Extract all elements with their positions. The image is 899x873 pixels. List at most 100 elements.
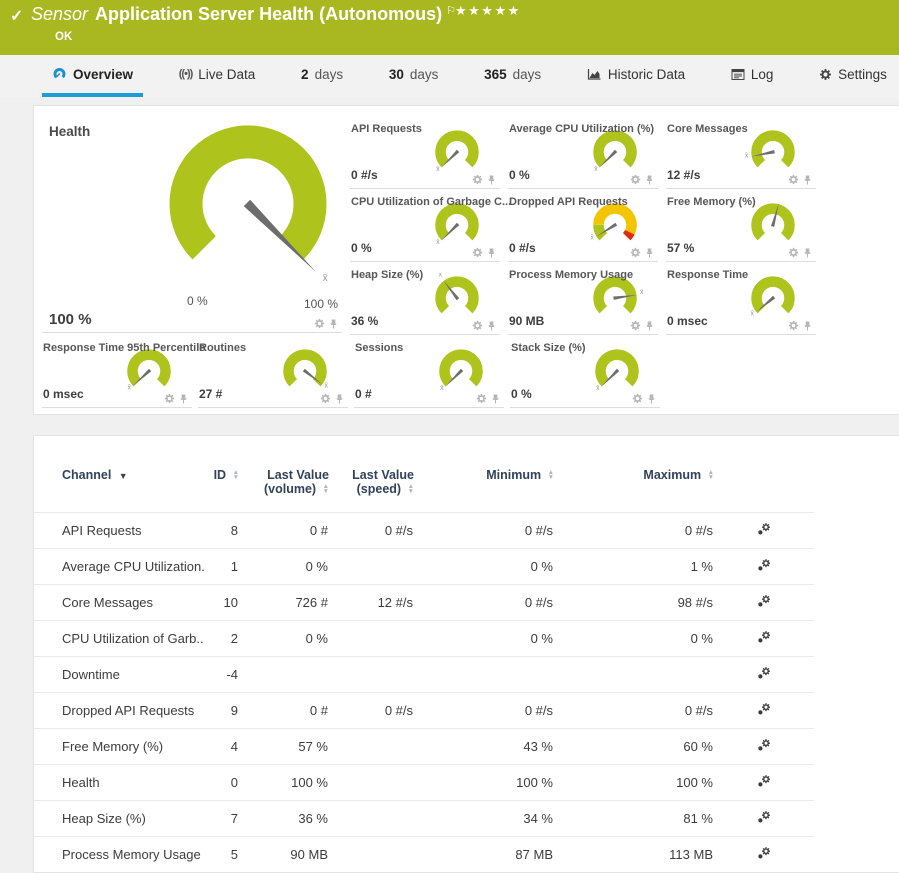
channel-row: Free Memory (%)457 %43 %60 %: [34, 729, 814, 765]
sort-icon: ▲▼: [708, 471, 714, 480]
gauge-pin-icon[interactable]: [645, 248, 654, 258]
tab-live-data[interactable]: ((•))Live Data: [169, 55, 266, 97]
cell-last-speed: [329, 621, 414, 657]
gauge-pin-icon[interactable]: [647, 394, 656, 404]
gauge-settings-icon[interactable]: [788, 174, 799, 185]
gauge-settings-icon[interactable]: [472, 174, 483, 185]
gauge-settings-icon[interactable]: [788, 320, 799, 331]
channel-settings-icon[interactable]: [757, 594, 772, 608]
tab-settings[interactable]: Settings: [809, 55, 897, 97]
tab-log[interactable]: Log: [721, 55, 784, 97]
tab-bar: Overview ((•))Live Data 2days 30days 365days…: [0, 55, 899, 97]
gauge-pin-icon[interactable]: [329, 319, 338, 329]
channel-settings-icon[interactable]: [757, 810, 772, 824]
column-header-maximum[interactable]: Maximum ▲▼: [554, 464, 714, 513]
object-kind-label: Sensor: [31, 4, 88, 24]
sensor-ok-check-icon: ✓: [10, 6, 23, 26]
channel-row: Downtime-4: [34, 657, 814, 693]
gauge-pin-icon[interactable]: [803, 321, 812, 331]
gauge-cell-stack-size: Stack Size (%) x̄0 %: [510, 335, 660, 408]
gauge-settings-icon[interactable]: [320, 393, 331, 404]
tab-overview[interactable]: Overview: [42, 55, 143, 97]
gauge-min-label: 0 %: [187, 294, 208, 308]
gauge-settings-icon[interactable]: [630, 174, 641, 185]
cell-maximum: 0 #/s: [554, 513, 714, 549]
tab-365-days[interactable]: 365days: [474, 55, 551, 97]
gauge-pin-icon[interactable]: [487, 248, 496, 258]
gauge-value: 0 %: [509, 168, 530, 182]
channel-row: Average CPU Utilization...10 %0 %1 %: [34, 549, 814, 585]
gauge-settings-icon[interactable]: [630, 320, 641, 331]
svg-text:x̄: x̄: [596, 385, 600, 392]
primary-gauge-value: 100 %: [49, 311, 92, 328]
channel-settings-icon[interactable]: [757, 666, 772, 680]
cell-minimum: 43 %: [414, 729, 554, 765]
channel-settings-icon[interactable]: [757, 738, 772, 752]
gauge-title: Response Time 95th Percentile: [43, 342, 205, 354]
channel-settings-icon[interactable]: [757, 558, 772, 572]
gauge-settings-icon[interactable]: [314, 318, 325, 329]
channel-settings-icon[interactable]: [757, 774, 772, 788]
gauge-settings-icon[interactable]: [630, 247, 641, 258]
settings-icon: [819, 68, 832, 81]
channel-settings-icon[interactable]: [757, 702, 772, 716]
gauge-title: Average CPU Utilization (%): [509, 123, 654, 135]
column-header-minimum[interactable]: Minimum ▲▼: [414, 464, 554, 513]
svg-text:x̄: x̄: [440, 385, 444, 392]
sensor-status-badge: OK: [55, 31, 72, 43]
gauge-title: Dropped API Requests: [509, 196, 628, 208]
sort-icon: ▲▼: [323, 485, 329, 494]
column-header-last_speed[interactable]: Last Value (speed) ▲▼: [329, 464, 414, 513]
gauge-pin-icon[interactable]: [803, 175, 812, 185]
gauge-settings-icon[interactable]: [472, 320, 483, 331]
gauge-pin-icon[interactable]: [487, 321, 496, 331]
cell-maximum: 0 %: [554, 621, 714, 657]
cell-maximum: [554, 657, 714, 693]
health-gauge: x̄: [160, 122, 336, 295]
gauge-pin-icon[interactable]: [335, 394, 344, 404]
gauge-pin-icon[interactable]: [803, 248, 812, 258]
cell-channel: Heap Size (%): [34, 801, 204, 837]
cell-minimum: 0 %: [414, 621, 554, 657]
gauge-settings-icon[interactable]: [632, 393, 643, 404]
svg-text:x̄: x̄: [436, 166, 440, 173]
gauge-value: 57 %: [667, 241, 694, 255]
channel-settings-icon[interactable]: [757, 630, 772, 644]
tab-historic-data[interactable]: Historic Data: [577, 55, 695, 97]
gauge-settings-icon[interactable]: [164, 393, 175, 404]
cell-last-volume: 100 %: [239, 765, 329, 801]
channel-settings-icon[interactable]: [757, 846, 772, 860]
gauge-pin-icon[interactable]: [179, 394, 188, 404]
channel-settings-icon[interactable]: [757, 522, 772, 536]
gauge-settings-icon[interactable]: [788, 247, 799, 258]
gauge-pin-icon[interactable]: [487, 175, 496, 185]
column-header-last_volume[interactable]: Last Value (volume) ▲▼: [239, 464, 329, 513]
gauge-title: API Requests: [351, 123, 422, 135]
cell-minimum: 0 #/s: [414, 513, 554, 549]
cell-id: 2: [204, 621, 239, 657]
gauge-pin-icon[interactable]: [645, 175, 654, 185]
gauge-pin-icon[interactable]: [645, 321, 654, 331]
gauge-settings-icon[interactable]: [472, 247, 483, 258]
tab-label: Log: [751, 67, 774, 82]
sort-desc-icon: ▼: [119, 471, 128, 481]
overview-icon: [52, 67, 67, 81]
column-header-id[interactable]: ID ▲▼: [204, 464, 239, 513]
gauge-value: 0 msec: [43, 387, 84, 401]
tab-label: days: [513, 67, 542, 82]
cell-maximum: 0 #/s: [554, 693, 714, 729]
gauge-cell-core-messages: Core Messages x̄12 #/s: [666, 116, 816, 189]
gauge-cell-response-time-95th-percentile: Response Time 95th Percentile x̄0 msec: [42, 335, 192, 408]
gauge-cell-api-requests: API Requests x̄0 #/s: [350, 116, 500, 189]
cell-maximum: 81 %: [554, 801, 714, 837]
priority-stars[interactable]: ★★★★★: [455, 3, 521, 19]
column-header-channel[interactable]: Channel ▼: [34, 464, 204, 513]
gauge-settings-icon[interactable]: [476, 393, 487, 404]
cell-last-volume: 36 %: [239, 801, 329, 837]
tab-label: Overview: [73, 67, 133, 82]
gauge-pin-icon[interactable]: [491, 394, 500, 404]
tab-30-days[interactable]: 30days: [379, 55, 449, 97]
primary-gauge-title: Health: [49, 124, 90, 139]
tab-label: Historic Data: [608, 67, 685, 82]
tab-2-days[interactable]: 2days: [291, 55, 353, 97]
